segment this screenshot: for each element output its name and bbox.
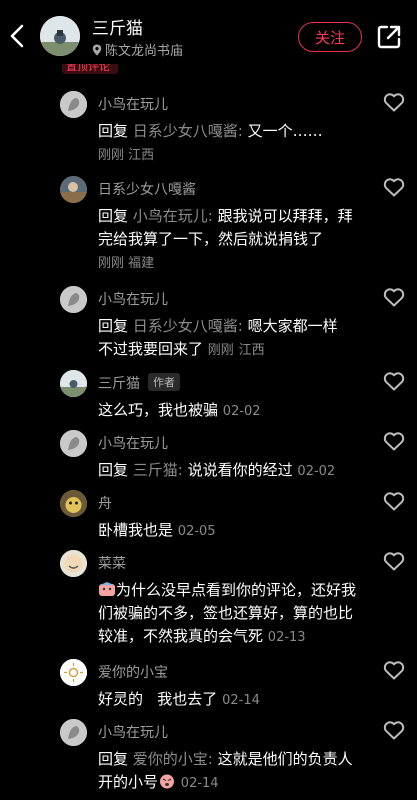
- comment-location: 福建: [128, 256, 155, 271]
- angry-emoji-icon: [160, 774, 175, 789]
- commenter-name[interactable]: 爱你的小宝: [98, 662, 168, 682]
- comment-text: 回复 日系少女八嘎酱: 又一个……: [98, 120, 360, 143]
- comment-meta: 刚刚 江西: [98, 144, 154, 163]
- comment-text: 好灵的 我也去了 02-14: [98, 688, 360, 712]
- comment-time: 刚刚: [207, 343, 234, 358]
- commenter-name: 三斤猫 作者: [98, 373, 180, 393]
- reply-keyword: 回复: [98, 207, 129, 225]
- reply-target[interactable]: 日系少女八嘎酱:: [133, 317, 243, 335]
- commenter-name[interactable]: 小鸟在玩儿: [98, 722, 168, 742]
- commenter-name[interactable]: 小鸟在玩儿: [98, 433, 168, 453]
- reply-target[interactable]: 日系少女八嘎酱:: [133, 122, 243, 140]
- location-line[interactable]: 陈文龙尚书庙: [92, 40, 183, 59]
- avatar[interactable]: [60, 176, 87, 203]
- comment-date: 02-14: [180, 776, 219, 791]
- comment-date: 02-14: [222, 693, 260, 708]
- comment-date: 02-02: [222, 404, 261, 419]
- comment-date: 02-05: [177, 524, 216, 539]
- avatar[interactable]: [60, 370, 87, 397]
- reply-keyword: 回复: [98, 461, 129, 479]
- comment-time: 刚刚: [98, 148, 125, 163]
- avatar[interactable]: [60, 550, 87, 577]
- comment-text: 这么巧，我也被骗 02-02: [98, 399, 360, 423]
- commenter-name[interactable]: 日系少女八嘎酱: [98, 179, 196, 199]
- comment-date: 02-02: [297, 464, 336, 479]
- reply-target[interactable]: 三斤猫:: [133, 461, 183, 479]
- comment-text: 回复 三斤猫: 说说看你的经过 02-02: [98, 459, 360, 483]
- author-name[interactable]: 三斤猫: [92, 14, 143, 39]
- reply-keyword: 回复: [98, 317, 129, 335]
- comment-location: 江西: [238, 343, 265, 358]
- location-text: 陈文龙尚书庙: [105, 44, 184, 59]
- reply-keyword: 回复: [98, 122, 129, 140]
- heart-icon[interactable]: [383, 660, 405, 680]
- heart-icon[interactable]: [383, 371, 405, 391]
- comment-text: 回复 爱你的小宝: 这就是他们的负责人 开的小号 02-14: [98, 748, 360, 795]
- commenter-name[interactable]: 小鸟在玩儿: [98, 94, 168, 114]
- author-avatar[interactable]: [40, 16, 80, 56]
- share-icon[interactable]: [376, 24, 402, 50]
- heart-icon[interactable]: [383, 92, 405, 112]
- avatar[interactable]: [60, 430, 87, 457]
- comment-content: 卧槽我也是: [98, 521, 174, 539]
- heart-icon[interactable]: [383, 491, 405, 511]
- comment-text: 回复 小鸟在玩儿: 跟我说可以拜拜，拜完给我算了一下，然后就说捐钱了: [98, 205, 360, 251]
- comment-text: 回复 日系少女八嘎酱: 嗯大家都一样不过我要回来了 刚刚 江西: [98, 315, 338, 362]
- commenter-name[interactable]: 舟: [98, 493, 112, 513]
- comment-date: 02-13: [267, 630, 306, 645]
- follow-button[interactable]: 关注: [298, 22, 362, 52]
- heart-icon[interactable]: [383, 287, 405, 307]
- heart-icon[interactable]: [383, 177, 405, 197]
- heart-icon[interactable]: [383, 720, 405, 740]
- heart-icon[interactable]: [383, 431, 405, 451]
- commenter-name-text[interactable]: 三斤猫: [98, 376, 140, 392]
- reply-target[interactable]: 爱你的小宝:: [133, 750, 213, 768]
- comment-content: 又一个……: [242, 122, 323, 140]
- chevron-left-icon[interactable]: [6, 22, 30, 50]
- commenter-name[interactable]: 菜菜: [98, 553, 126, 573]
- comment-location: 江西: [128, 148, 155, 163]
- avatar[interactable]: [60, 286, 87, 313]
- avatar[interactable]: [60, 659, 87, 686]
- heart-icon[interactable]: [383, 551, 405, 571]
- comment-content: 好灵的 我也去了: [98, 690, 218, 708]
- avatar[interactable]: [60, 91, 87, 118]
- location-pin-icon: [92, 44, 102, 55]
- comment-text: 为什么没早点看到你的评论，还好我们被骗的不多，签也还算好，算的也比较准，不然我真…: [98, 579, 360, 649]
- comment-content: 说说看你的经过: [182, 461, 293, 479]
- comment-text: 卧槽我也是 02-05: [98, 519, 360, 543]
- reply-target[interactable]: 小鸟在玩儿:: [133, 207, 213, 225]
- top-bar: 三斤猫 陈文龙尚书庙 关注: [0, 0, 417, 72]
- comment-meta: 刚刚 福建: [98, 252, 154, 271]
- commenter-name[interactable]: 小鸟在玩儿: [98, 289, 168, 309]
- crying-emoji-icon: [99, 582, 115, 596]
- avatar[interactable]: [60, 490, 87, 517]
- comment-content: 为什么没早点看到你的评论，还好我们被骗的不多，签也还算好，算的也比较准，不然我真…: [98, 581, 357, 645]
- avatar[interactable]: [60, 719, 87, 746]
- comment-content: 这么巧，我也被骗: [98, 401, 219, 419]
- pinned-label: 置顶评论: [62, 64, 118, 74]
- comment-time: 刚刚: [98, 256, 125, 271]
- author-badge: 作者: [148, 373, 180, 391]
- reply-keyword: 回复: [98, 750, 129, 768]
